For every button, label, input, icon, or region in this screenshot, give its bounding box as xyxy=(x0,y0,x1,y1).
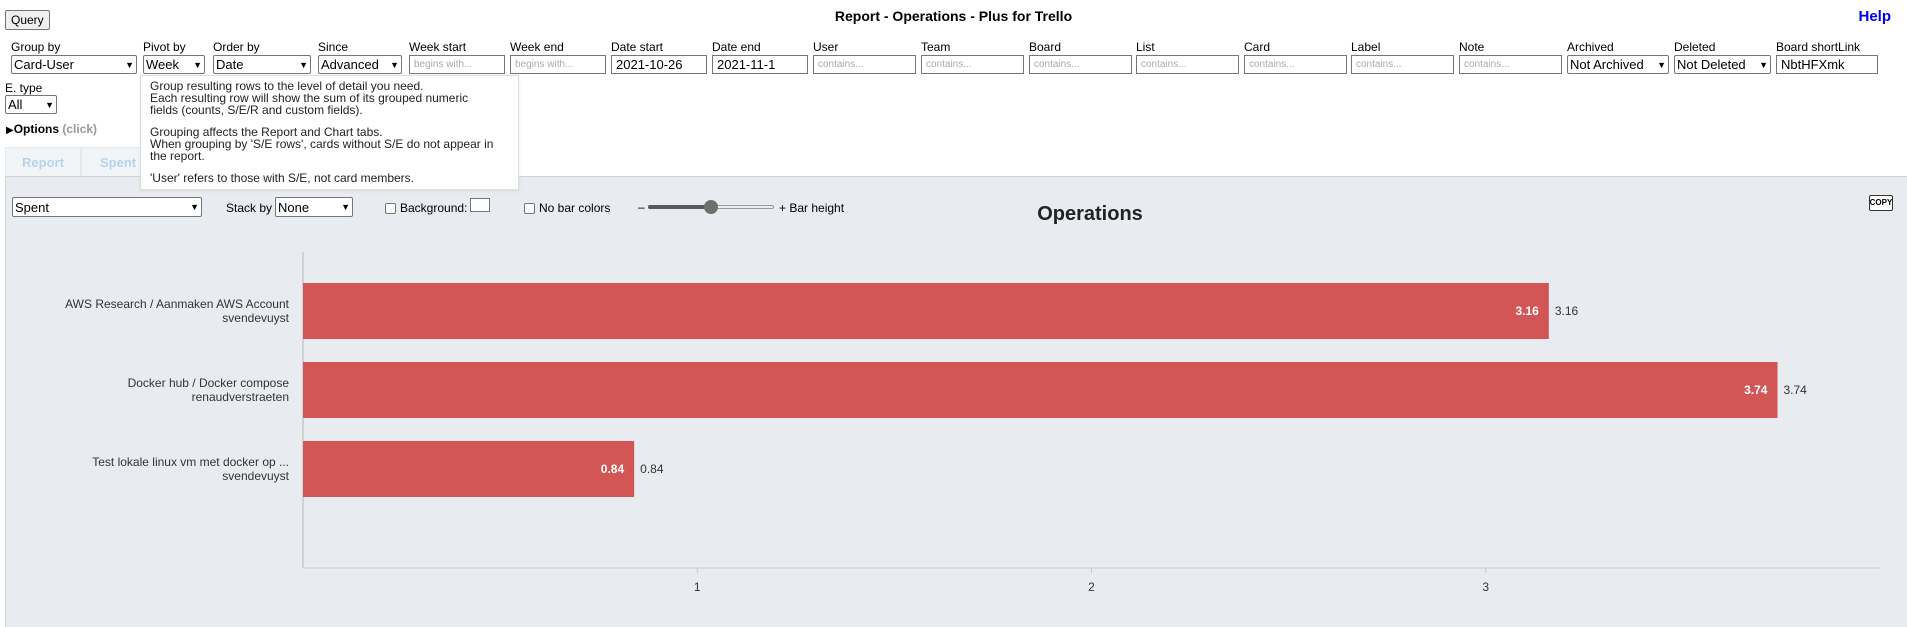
bar-value-label: 0.84 xyxy=(601,462,625,476)
chevron-down-icon: ▼ xyxy=(45,99,54,110)
note-text: contains... xyxy=(1464,59,1510,70)
operations-chart: Operations 3.16 3.16 AWS Research / Aanmake… xyxy=(65,203,1880,594)
options-toggle[interactable]: ▶Options (click) xyxy=(6,122,97,136)
bar-value-label: 3.74 xyxy=(1744,383,1768,397)
triangle-right-icon: ▶ xyxy=(6,125,14,136)
note-input[interactable]: contains... xyxy=(1459,55,1562,74)
week-start-text: begins with... xyxy=(414,59,473,70)
order-by-label: Order by xyxy=(213,40,260,54)
label-input[interactable]: contains... xyxy=(1351,55,1454,74)
board-shortlink-text: NbtHFXmk xyxy=(1781,57,1845,72)
category-label: Test lokale linux vm met docker op ... xyxy=(92,455,289,469)
bar xyxy=(303,362,1778,418)
team-text: contains... xyxy=(926,59,972,70)
bar-data-label: 3.16 xyxy=(1555,304,1579,318)
note-label: Note xyxy=(1459,40,1485,54)
pivot-by-value: Week xyxy=(146,57,179,72)
week-end-input[interactable]: begins with... xyxy=(510,55,606,74)
chevron-down-icon: ▼ xyxy=(1759,59,1768,70)
date-end-label: Date end xyxy=(712,40,761,54)
group-by-select[interactable]: Card-User ▼ xyxy=(11,55,137,74)
chevron-down-icon: ▼ xyxy=(1657,59,1666,70)
group-by-value: Card-User xyxy=(14,57,74,72)
card-text: contains... xyxy=(1249,59,1295,70)
label-text: contains... xyxy=(1356,59,1402,70)
deleted-select[interactable]: Not Deleted ▼ xyxy=(1674,55,1771,74)
bar xyxy=(303,283,1549,339)
date-start-input[interactable]: 2021-10-26 xyxy=(611,55,707,74)
user-text: contains... xyxy=(818,59,864,70)
list-label: List xyxy=(1136,40,1155,54)
order-by-select[interactable]: Date ▼ xyxy=(213,55,311,74)
board-shortlink-input[interactable]: NbtHFXmk xyxy=(1776,55,1878,74)
since-select[interactable]: Advanced ▼ xyxy=(318,55,402,74)
week-end-text: begins with... xyxy=(515,59,574,70)
deleted-value: Not Deleted xyxy=(1677,57,1746,72)
date-start-label: Date start xyxy=(611,40,664,54)
category-label: AWS Research / Aanmaken AWS Account xyxy=(65,297,290,311)
chevron-down-icon: ▼ xyxy=(125,59,134,70)
list-input[interactable]: contains... xyxy=(1136,55,1239,74)
date-end-text: 2021-11-1 xyxy=(717,57,776,72)
page-title: Report - Operations - Plus for Trello xyxy=(834,8,1073,24)
etype-value: All xyxy=(8,97,23,112)
category-label: svendevuyst xyxy=(222,311,289,325)
archived-value: Not Archived xyxy=(1570,57,1644,72)
bar-data-label: 3.74 xyxy=(1783,383,1807,397)
pivot-by-select[interactable]: Week ▼ xyxy=(143,55,205,74)
chevron-down-icon: ▼ xyxy=(299,59,308,70)
etype-select[interactable]: All ▼ xyxy=(5,95,57,114)
bar-value-label: 3.16 xyxy=(1515,304,1539,318)
date-start-text: 2021-10-26 xyxy=(616,57,683,72)
group-by-label: Group by xyxy=(11,40,61,54)
chart-title: Operations xyxy=(1037,203,1143,225)
group-by-tooltip: Group resulting rows to the level of det… xyxy=(140,75,519,190)
archived-select[interactable]: Not Archived ▼ xyxy=(1567,55,1669,74)
options-hint: (click) xyxy=(62,122,98,136)
board-label: Board xyxy=(1029,40,1062,54)
label-label: Label xyxy=(1351,40,1381,54)
tab-report[interactable]: Report xyxy=(5,147,81,177)
help-link[interactable]: Help xyxy=(1858,8,1891,25)
bar xyxy=(303,441,635,497)
board-input[interactable]: contains... xyxy=(1029,55,1132,74)
user-label: User xyxy=(813,40,839,54)
x-tick-label: 2 xyxy=(1088,580,1095,594)
x-tick-label: 3 xyxy=(1482,580,1489,594)
card-input[interactable]: contains... xyxy=(1244,55,1347,74)
pivot-by-label: Pivot by xyxy=(143,40,186,54)
bar-data-label: 0.84 xyxy=(640,462,664,476)
team-input[interactable]: contains... xyxy=(921,55,1024,74)
card-label: Card xyxy=(1244,40,1271,54)
week-start-input[interactable]: begins with... xyxy=(409,55,505,74)
user-input[interactable]: contains... xyxy=(813,55,916,74)
category-label: renaudverstraeten xyxy=(192,390,289,404)
etype-label: E. type xyxy=(5,81,43,95)
chevron-down-icon: ▼ xyxy=(390,59,399,70)
board-text: contains... xyxy=(1034,59,1080,70)
category-label: svendevuyst xyxy=(222,469,289,483)
week-end-label: Week end xyxy=(510,40,564,54)
since-value: Advanced xyxy=(321,57,379,72)
options-label: Options xyxy=(13,122,60,136)
since-label: Since xyxy=(318,40,349,54)
date-end-input[interactable]: 2021-11-1 xyxy=(712,55,808,74)
week-start-label: Week start xyxy=(409,40,467,54)
category-label: Docker hub / Docker compose xyxy=(128,376,290,390)
x-tick-label: 1 xyxy=(694,580,701,594)
team-label: Team xyxy=(921,40,951,54)
board-shortlink-label: Board shortLink xyxy=(1776,40,1861,54)
archived-label: Archived xyxy=(1567,40,1614,54)
deleted-label: Deleted xyxy=(1674,40,1716,54)
list-text: contains... xyxy=(1141,59,1187,70)
order-by-value: Date xyxy=(216,57,244,72)
chevron-down-icon: ▼ xyxy=(193,59,202,70)
